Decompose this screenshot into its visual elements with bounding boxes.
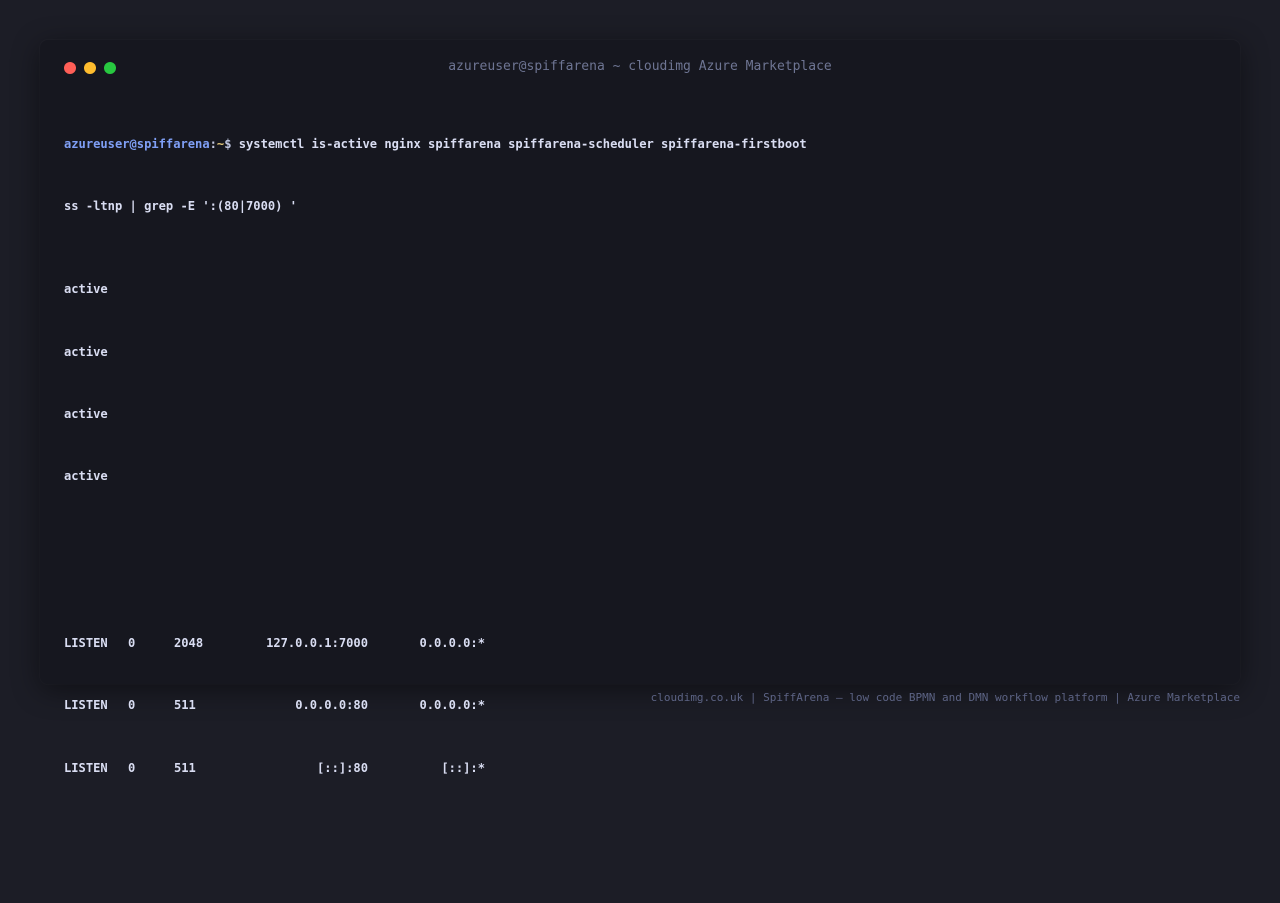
local-address: 0.0.0.0:80 [295, 698, 368, 713]
command-line: azureuser@spiffarena:~$ systemctl is-act… [64, 134, 1214, 155]
window-titlebar: azureuser@spiffarena ~ cloudimg Azure Ma… [40, 40, 1240, 96]
local-address: 127.0.0.1:7000 [266, 635, 368, 650]
status-line: active [64, 282, 108, 297]
prompt-sign: $ [224, 136, 239, 151]
recv-q: 0 [128, 760, 136, 775]
window-title: azureuser@spiffarena ~ cloudimg Azure Ma… [448, 59, 832, 74]
socket-state: LISTEN [64, 698, 108, 713]
socket-state: LISTEN [64, 635, 108, 650]
status-line: active [64, 469, 108, 484]
send-q: 511 [174, 760, 196, 775]
local-address: [::]:80 [317, 760, 368, 775]
socket-state: LISTEN [64, 760, 108, 775]
footer-caption: cloudimg.co.uk | SpiffArena — low code B… [650, 691, 1240, 704]
status-line: active [64, 344, 108, 359]
send-q: 2048 [174, 635, 204, 650]
peer-address: 0.0.0.0:* [419, 635, 485, 650]
command-continuation: ss -ltnp | grep -E ':(80|7000) ' [64, 198, 297, 213]
command-text: systemctl is-active nginx spiffarena spi… [238, 136, 807, 151]
terminal-window: azureuser@spiffarena ~ cloudimg Azure Ma… [40, 40, 1240, 775]
peer-address: [::]:* [441, 760, 485, 775]
peer-address: 0.0.0.0:* [419, 698, 485, 713]
prompt-user-host: azureuser@spiffarena [64, 136, 210, 151]
recv-q: 0 [128, 698, 136, 713]
recv-q: 0 [128, 635, 136, 650]
listen-row: LISTEN 0 511 [::]:80 [::]:* [64, 758, 1214, 779]
terminal-output[interactable]: azureuser@spiffarena:~$ systemctl is-act… [64, 92, 1214, 820]
listen-row: LISTEN 0 2048 127.0.0.1:7000 0.0.0.0:* [64, 633, 1214, 654]
send-q: 511 [174, 698, 196, 713]
status-line: active [64, 406, 108, 421]
prompt-separator: : [209, 136, 217, 151]
